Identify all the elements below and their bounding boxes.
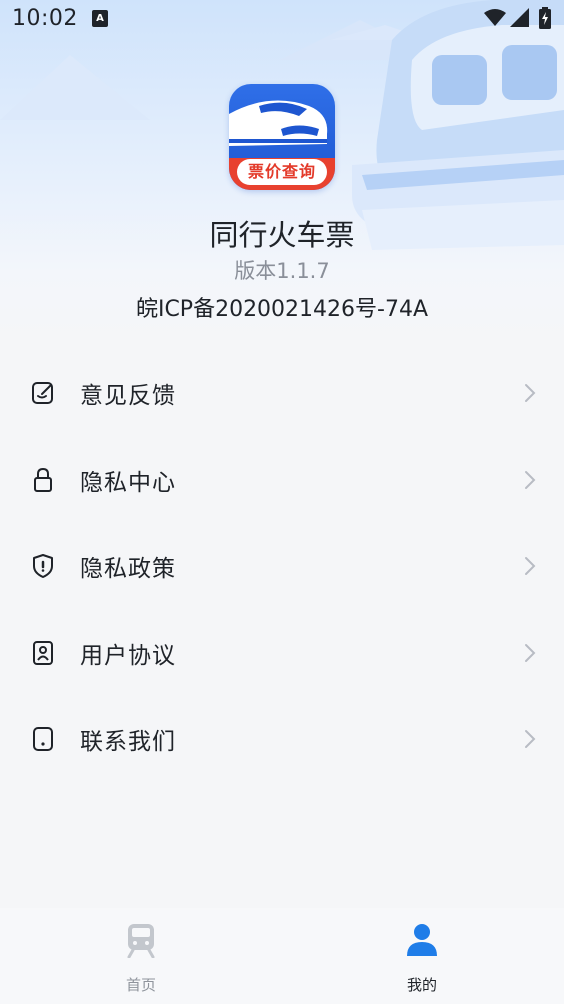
icp-record: 皖ICP备2020021426号-74A — [135, 297, 429, 322]
settings-menu: 意见反馈 隐私中心 隐私政策 用户协议 联系我们 — [0, 350, 564, 783]
app-logo-label: 票价查询 — [237, 159, 327, 185]
menu-item-privacy-policy[interactable]: 隐私政策 — [0, 523, 564, 610]
menu-item-label: 用户协议 — [80, 642, 176, 669]
wifi-icon — [484, 9, 506, 26]
notification-icon: A — [92, 10, 108, 27]
bottom-tab-bar: 首页 我的 — [0, 908, 564, 1004]
status-time: 10:02 — [12, 6, 78, 31]
agreement-icon — [30, 640, 56, 666]
app-logo: 票价查询 — [229, 84, 335, 190]
tab-label: 我的 — [406, 976, 437, 994]
tab-home[interactable]: 首页 — [81, 908, 201, 1004]
signal-icon — [510, 8, 529, 27]
feedback-edit-icon — [30, 380, 56, 406]
tab-mine[interactable]: 我的 — [362, 908, 482, 1004]
tab-label: 首页 — [125, 976, 156, 994]
phone-icon — [30, 726, 56, 752]
shield-icon — [30, 553, 56, 579]
train-icon — [127, 924, 155, 958]
chevron-right-icon — [525, 470, 536, 489]
menu-item-label: 联系我们 — [80, 729, 176, 756]
chevron-right-icon — [525, 384, 536, 403]
lock-icon — [30, 467, 56, 493]
status-bar: 10:02 A — [0, 0, 564, 38]
menu-item-label: 隐私政策 — [80, 556, 176, 583]
app-name: 同行火车票 — [209, 218, 355, 252]
bullet-train-icon — [229, 100, 328, 146]
user-icon — [407, 924, 437, 956]
menu-item-label: 意见反馈 — [80, 383, 176, 410]
battery-icon — [539, 7, 551, 29]
chevron-right-icon — [525, 557, 536, 576]
menu-item-user-agreement[interactable]: 用户协议 — [0, 610, 564, 697]
app-version: 版本1.1.7 — [234, 259, 330, 283]
menu-item-contact-us[interactable]: 联系我们 — [0, 696, 564, 783]
menu-item-privacy-center[interactable]: 隐私中心 — [0, 437, 564, 524]
menu-item-label: 隐私中心 — [80, 469, 176, 496]
chevron-right-icon — [525, 643, 536, 662]
menu-item-feedback[interactable]: 意见反馈 — [0, 350, 564, 437]
chevron-right-icon — [525, 730, 536, 749]
